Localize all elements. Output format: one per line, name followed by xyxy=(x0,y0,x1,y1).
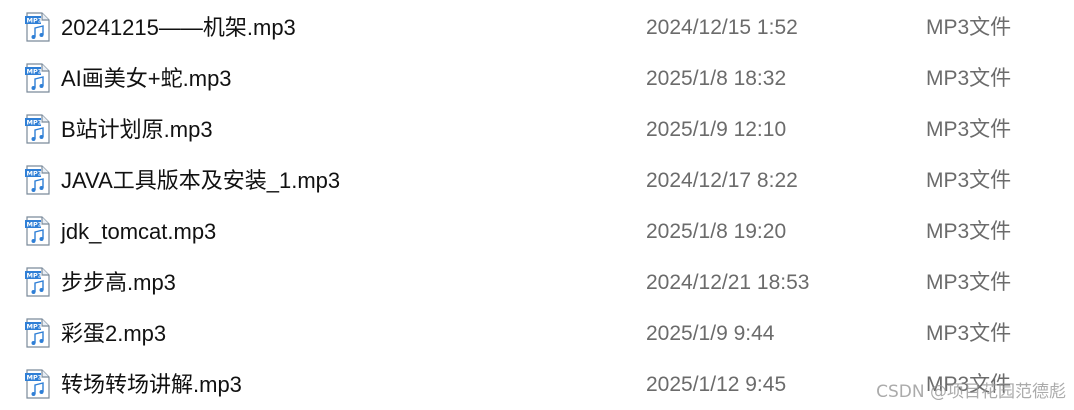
watermark: CSDN @项目花园范德彪 xyxy=(876,382,1066,402)
svg-text:MP3: MP3 xyxy=(27,272,43,280)
file-name[interactable]: JAVA工具版本及安装_1.mp3 xyxy=(61,168,340,194)
file-type: MP3文件 xyxy=(926,16,1012,39)
file-date-modified: 2025/1/9 9:44 xyxy=(646,322,775,345)
file-row[interactable]: MP3 AI画美女+蛇.mp3 2025/1/8 18:32 MP3文件 xyxy=(0,53,1074,104)
mp3-file-icon: MP3 xyxy=(25,114,50,144)
file-row[interactable]: MP3 B站计划原.mp3 2025/1/9 12:10 MP3文件 xyxy=(0,104,1074,155)
file-row[interactable]: MP3 jdk_tomcat.mp3 2025/1/8 19:20 MP3文件 xyxy=(0,206,1074,257)
file-date-modified: 2025/1/8 18:32 xyxy=(646,67,787,90)
file-date-modified: 2024/12/15 1:52 xyxy=(646,16,798,39)
file-row[interactable]: MP3 步步高.mp3 2024/12/21 18:53 MP3文件 xyxy=(0,257,1074,308)
file-row[interactable]: MP3 彩蛋2.mp3 2025/1/9 9:44 MP3文件 xyxy=(0,308,1074,359)
file-name[interactable]: 20241215——机架.mp3 xyxy=(61,15,296,41)
file-type: MP3文件 xyxy=(926,322,1012,345)
file-name[interactable]: jdk_tomcat.mp3 xyxy=(61,219,216,245)
mp3-file-icon: MP3 xyxy=(25,12,50,42)
svg-text:MP3: MP3 xyxy=(27,221,43,229)
svg-text:MP3: MP3 xyxy=(27,374,43,382)
file-date-modified: 2024/12/17 8:22 xyxy=(646,169,798,192)
file-date-modified: 2025/1/8 19:20 xyxy=(646,220,787,243)
file-type: MP3文件 xyxy=(926,169,1012,192)
mp3-file-icon: MP3 xyxy=(25,267,50,297)
file-row[interactable]: MP3 20241215——机架.mp3 2024/12/15 1:52 MP3… xyxy=(0,2,1074,53)
svg-text:MP3: MP3 xyxy=(27,323,43,331)
svg-text:MP3: MP3 xyxy=(27,68,43,76)
file-name[interactable]: 转场转场讲解.mp3 xyxy=(61,372,242,398)
mp3-file-icon: MP3 xyxy=(25,318,50,348)
file-type: MP3文件 xyxy=(926,67,1012,90)
file-date-modified: 2025/1/9 12:10 xyxy=(646,118,787,141)
file-list: MP3 20241215——机架.mp3 2024/12/15 1:52 MP3… xyxy=(0,2,1074,410)
mp3-file-icon: MP3 xyxy=(25,216,50,246)
svg-text:MP3: MP3 xyxy=(27,170,43,178)
file-date-modified: 2025/1/12 9:45 xyxy=(646,373,787,396)
file-type: MP3文件 xyxy=(926,271,1012,294)
mp3-file-icon: MP3 xyxy=(25,63,50,93)
file-name[interactable]: B站计划原.mp3 xyxy=(61,117,213,143)
mp3-file-icon: MP3 xyxy=(25,165,50,195)
file-row[interactable]: MP3 JAVA工具版本及安装_1.mp3 2024/12/17 8:22 MP… xyxy=(0,155,1074,206)
file-type: MP3文件 xyxy=(926,220,1012,243)
svg-text:MP3: MP3 xyxy=(27,17,43,25)
mp3-file-icon: MP3 xyxy=(25,369,50,399)
svg-text:MP3: MP3 xyxy=(27,119,43,127)
file-type: MP3文件 xyxy=(926,118,1012,141)
file-name[interactable]: 步步高.mp3 xyxy=(61,270,176,296)
file-date-modified: 2024/12/21 18:53 xyxy=(646,271,810,294)
file-name[interactable]: AI画美女+蛇.mp3 xyxy=(61,66,232,92)
file-name[interactable]: 彩蛋2.mp3 xyxy=(61,321,166,347)
